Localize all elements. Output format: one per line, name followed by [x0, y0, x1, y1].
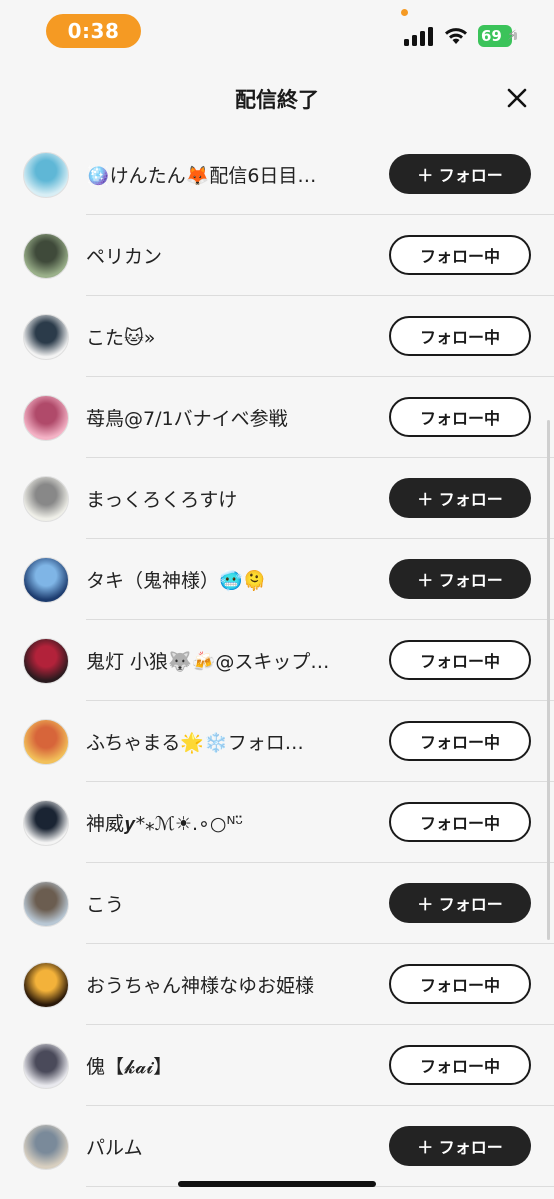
list-item[interactable]: まっくろくろすけ ＋ フォロー [0, 458, 554, 539]
avatar[interactable] [23, 800, 69, 846]
avatar[interactable] [23, 638, 69, 684]
following-button[interactable]: フォロー中 [389, 397, 531, 437]
user-name[interactable]: おうちゃん神様なゆお姫様 [86, 944, 376, 1025]
user-name[interactable]: ペリカン [86, 215, 376, 296]
list-item[interactable]: おうちゃん神様なゆお姫様 フォロー中 [0, 944, 554, 1025]
user-name[interactable]: まっくろくろすけ [86, 458, 376, 539]
user-name[interactable]: 苺鳥@7/1バナイベ参戦 [86, 377, 376, 458]
cellular-signal-icon [404, 26, 434, 46]
list-item[interactable]: こう ＋ フォロー [0, 863, 554, 944]
user-name[interactable]: 傀【𝓴𝓪𝓲】 [86, 1025, 376, 1106]
avatar[interactable] [23, 233, 69, 279]
home-indicator[interactable] [178, 1181, 376, 1187]
status-time[interactable]: 0:38 [46, 14, 141, 48]
close-icon[interactable] [505, 86, 529, 110]
user-name[interactable]: 鬼灯 小狼🐺🍻@スキップ… [86, 620, 376, 701]
avatar[interactable] [23, 314, 69, 360]
user-name[interactable]: 神威𝒚*⁎ℳ☀︎.∘○ᴺᵕ̈ [86, 782, 376, 863]
follow-button[interactable]: ＋ フォロー [389, 154, 531, 194]
wifi-icon [445, 28, 467, 44]
following-button[interactable]: フォロー中 [389, 1045, 531, 1085]
avatar[interactable] [23, 1043, 69, 1089]
user-name[interactable]: パルム [86, 1106, 376, 1187]
page-title: 配信終了 [235, 88, 319, 112]
user-name[interactable]: こう [86, 863, 376, 944]
avatar[interactable] [23, 395, 69, 441]
header: 配信終了 [0, 66, 554, 132]
follow-button[interactable]: ＋ フォロー [389, 1126, 531, 1166]
avatar[interactable] [23, 476, 69, 522]
avatar[interactable] [23, 962, 69, 1008]
status-bar: 0:38 69 ⚡ [0, 0, 554, 66]
user-name[interactable]: ふちゃまる🌟❄️フォロ… [86, 701, 376, 782]
follow-button[interactable]: ＋ フォロー [389, 559, 531, 599]
list-item[interactable]: 鬼灯 小狼🐺🍻@スキップ… フォロー中 [0, 620, 554, 701]
following-button[interactable]: フォロー中 [389, 235, 531, 275]
avatar[interactable] [23, 719, 69, 765]
list-item[interactable]: タキ（鬼神様）🥶🫠 ＋ フォロー [0, 539, 554, 620]
list-item[interactable]: ふちゃまる🌟❄️フォロ… フォロー中 [0, 701, 554, 782]
following-button[interactable]: フォロー中 [389, 964, 531, 1004]
user-name[interactable]: こた🐱» [86, 296, 376, 377]
list-item[interactable]: 苺鳥@7/1バナイベ参戦 フォロー中 [0, 377, 554, 458]
user-name[interactable]: 🪩けんたん🦊配信6日目… [86, 134, 376, 215]
list-item[interactable]: こた🐱» フォロー中 [0, 296, 554, 377]
avatar[interactable] [23, 881, 69, 927]
follow-button[interactable]: ＋ フォロー [389, 478, 531, 518]
privacy-indicator-dot [401, 9, 408, 16]
follow-button[interactable]: ＋ フォロー [389, 883, 531, 923]
battery-level: 69 [481, 27, 502, 45]
avatar[interactable] [23, 1124, 69, 1170]
user-name[interactable]: タキ（鬼神様）🥶🫠 [86, 539, 376, 620]
list-item[interactable]: ペリカン フォロー中 [0, 215, 554, 296]
battery-icon: 69 ⚡ [478, 25, 518, 47]
user-list: 🪩けんたん🦊配信6日目… ＋ フォロー ペリカン フォロー中 こた🐱» フォロー中 苺鳥@7… [0, 134, 554, 1187]
avatar[interactable] [23, 557, 69, 603]
following-button[interactable]: フォロー中 [389, 721, 531, 761]
list-item[interactable]: 🪩けんたん🦊配信6日目… ＋ フォロー [0, 134, 554, 215]
following-button[interactable]: フォロー中 [389, 316, 531, 356]
list-item[interactable]: パルム ＋ フォロー [0, 1106, 554, 1187]
following-button[interactable]: フォロー中 [389, 802, 531, 842]
list-item[interactable]: 神威𝒚*⁎ℳ☀︎.∘○ᴺᵕ̈ フォロー中 [0, 782, 554, 863]
scrollbar[interactable] [547, 420, 550, 940]
avatar[interactable] [23, 152, 69, 198]
list-item[interactable]: 傀【𝓴𝓪𝓲】 フォロー中 [0, 1025, 554, 1106]
following-button[interactable]: フォロー中 [389, 640, 531, 680]
